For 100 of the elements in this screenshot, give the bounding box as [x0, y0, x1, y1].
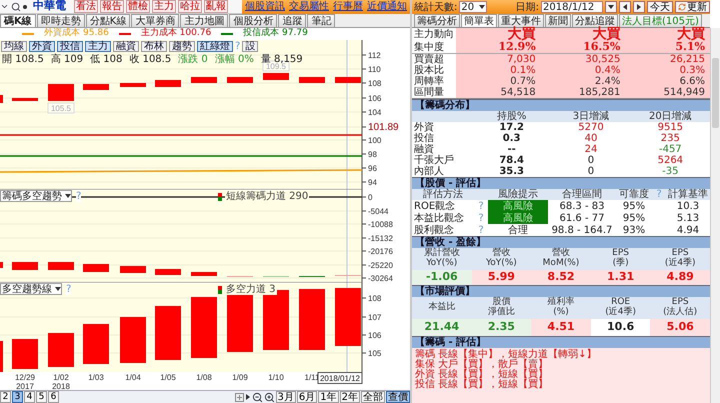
page-button[interactable]: 4 [24, 391, 35, 403]
dropdown-caret-icon[interactable] [0, 2, 9, 11]
caret-icon [55, 286, 61, 292]
chart-tab[interactable]: 即時走勢 [36, 14, 85, 27]
caret-icon [479, 4, 486, 10]
info-tab[interactable]: 重大事件 [498, 14, 544, 27]
table-cell: 7,030 [456, 54, 541, 65]
scrollbar[interactable] [710, 28, 720, 403]
chart-tab[interactable]: 大單券商 [131, 14, 180, 27]
date-field[interactable]: 2018/1/12 [541, 1, 603, 13]
quote-value: 收 108.5 [129, 54, 172, 65]
column-header: 營收 YoY(%) [472, 248, 532, 270]
table-cell: 21.44 [412, 319, 472, 336]
indicator-toggle[interactable]: 主力 [85, 41, 111, 52]
date-label: 1/11 [304, 373, 320, 382]
info-tab[interactable]: 分點追蹤 [572, 14, 618, 27]
indicator-toggle[interactable]: 布林 [141, 41, 167, 52]
range-button[interactable]: 全部 [361, 391, 385, 403]
quote-value: 高 109 [50, 54, 84, 65]
refresh-button[interactable]: 更新 [675, 1, 710, 13]
indicator-bar [335, 275, 361, 276]
indicator-bar [299, 276, 325, 277]
chart-tab[interactable]: 碼K線 [0, 14, 36, 27]
range-button[interactable]: 1年 [318, 391, 339, 403]
indicator-dropdown[interactable]: 多空趨勢線 [0, 283, 62, 295]
top-link[interactable]: 交易屬性 [289, 1, 329, 12]
indicator-bar [120, 317, 146, 363]
date-label: 1/02 [53, 373, 69, 382]
column-header: 累計營收 YoY(%) [412, 248, 472, 270]
column-header: 計算基準 [666, 189, 710, 200]
indicator-toggle[interactable]: 均線 [1, 41, 27, 52]
signal-light-icon [218, 192, 222, 200]
column-header: 營收 MoM(%) [531, 248, 591, 270]
refresh-icon [678, 3, 686, 11]
chart-tab[interactable]: 分點K線 [86, 14, 130, 27]
range-button[interactable]: 3月 [276, 391, 296, 403]
top-link[interactable]: 個股資訊 [245, 1, 285, 12]
search-icon[interactable] [11, 2, 21, 12]
range-button[interactable]: 6月 [296, 391, 318, 403]
indicator-toggle[interactable]: 融資 [113, 41, 139, 52]
section-header: 【營收 - 盈餘】 [412, 236, 710, 248]
column-header: 風險提示 [488, 189, 548, 200]
column-header: 可靠度 [616, 189, 652, 200]
table-cell: 26,215 [625, 54, 710, 65]
zoom-in-icon[interactable] [264, 392, 274, 402]
table-cell: 4.89 [650, 270, 710, 285]
range-button[interactable]: 查價 [386, 391, 410, 403]
candle [48, 84, 74, 101]
top-link[interactable]: 近價通知 [367, 1, 407, 12]
toolbar-button[interactable]: 體檢 [126, 0, 150, 13]
column-header: 股價 淨值比 [472, 297, 532, 319]
risk-badge: 高風險 [488, 212, 548, 224]
toolbar-button[interactable]: 看法 [74, 0, 98, 13]
date-label: 1/10 [268, 373, 284, 382]
signal-light-icon [218, 286, 222, 294]
indicator-bar [83, 264, 109, 272]
info-tab[interactable]: 籌碼分析 [414, 14, 460, 27]
toolbar-button[interactable]: 哈拉 [178, 0, 202, 13]
indicator-toggle[interactable]: 趨勢 [169, 41, 195, 52]
indicator-toggle[interactable]: 外資 [29, 41, 55, 52]
chart-tab[interactable]: 個股分析 [229, 14, 278, 27]
info-tab[interactable]: 新聞 [545, 14, 571, 27]
days-label: 統計天數: [414, 2, 458, 12]
info-tab[interactable]: 簡單表 [461, 14, 497, 27]
zoom-out-icon[interactable] [252, 392, 262, 402]
table-cell: 6.6% [625, 76, 710, 87]
column-header: 持股% [472, 111, 552, 122]
evaluation-line: 籌碼 長線【集中】，短線力道【轉弱↓】 [415, 349, 598, 359]
chart-tab[interactable]: 主力地圖 [180, 14, 228, 27]
scrollbar-thumb[interactable] [712, 58, 719, 128]
settings-button[interactable]: 設 [242, 41, 258, 52]
candle [263, 73, 289, 80]
column-header: 20日增減 [630, 111, 710, 122]
axis-label: 108 [368, 79, 382, 88]
page-button[interactable]: 6 [48, 391, 59, 403]
range-button[interactable]: 2年 [340, 391, 360, 403]
column-header: 合理區間 [548, 189, 616, 200]
days-select[interactable]: 20 [459, 1, 488, 13]
page-button[interactable]: 5 [36, 391, 47, 403]
info-tab[interactable]: 法人目標(105元) [619, 14, 702, 27]
chart-tab[interactable]: 筆記 [307, 14, 336, 27]
chart-tab[interactable]: 追蹤 [278, 14, 306, 27]
toolbar-button[interactable]: 主力 [152, 0, 176, 13]
previous-button[interactable] [619, 1, 631, 13]
next-button[interactable] [633, 1, 645, 13]
toolbar-button[interactable]: 亂報 [204, 0, 228, 13]
top-link[interactable]: 行事曆 [333, 1, 363, 12]
indicator-toggle[interactable]: 紅綠燈 [197, 41, 233, 52]
candle [227, 77, 253, 83]
date-label: 1/09 [232, 373, 248, 382]
page-button[interactable]: 2 [0, 391, 11, 403]
indicator-bar [227, 276, 253, 277]
caret-icon [65, 193, 71, 199]
grid-icon[interactable] [234, 392, 244, 402]
today-button[interactable]: 今天 [647, 1, 673, 13]
indicator-dropdown[interactable]: 籌碼多空趨勢 [0, 190, 72, 202]
page-button[interactable]: 3 [12, 391, 23, 403]
indicator-toggle[interactable]: 投信 [57, 41, 83, 52]
toolbar-button[interactable]: 報告 [100, 0, 124, 13]
date-dropdown-button[interactable] [605, 1, 617, 13]
